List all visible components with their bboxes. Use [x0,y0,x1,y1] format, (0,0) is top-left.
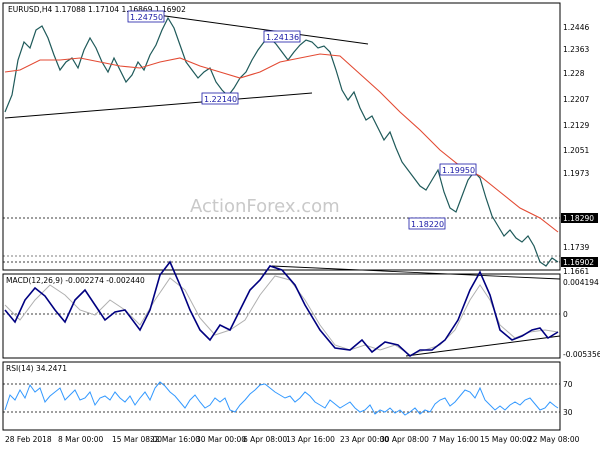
price-y-axis: 1.2446 1.2363 1.228 1.2207 1.2129 1.2051… [563,23,589,276]
price-ytick: 1.2207 [563,95,589,104]
price-ytick: 1.1973 [563,169,589,178]
price-ytick: 1.2051 [563,146,589,155]
watermark: ActionForex.com [190,196,340,217]
x-tick-label: 15 May 00:00 [480,435,532,444]
rsi-ytick: 70 [563,380,573,389]
x-tick-label: 6 Apr 08:00 [243,435,287,444]
price-ytick: 1.2363 [563,45,589,54]
callout-4: 1.19950 [439,163,477,176]
svg-text:1.18290: 1.18290 [563,214,594,223]
callout-5: 1.18220 [408,217,446,230]
price-ytick: 1.2129 [563,121,589,130]
svg-text:1.24750: 1.24750 [130,13,163,22]
svg-text:1.16902: 1.16902 [563,258,594,267]
macd-ytick: -0.005356 [563,350,600,359]
callout-2: 1.24136 [263,30,301,43]
svg-text:1.24136: 1.24136 [266,33,299,42]
x-axis: 28 Feb 2018 8 Mar 00:00 15 Mar 08:0022 Mar… [5,435,580,444]
level-marker-current: 1.16902 [561,257,598,267]
x-tick-label: 22 Mar 16:00 [150,435,200,444]
svg-text:1.22140: 1.22140 [204,95,237,104]
price-panel-frame [2,2,561,271]
x-tick-label: 13 Apr 16:00 [286,435,335,444]
macd-ytick: 0.004194 [563,278,599,287]
price-ytick: 1.2446 [563,23,589,32]
chart-svg: ActionForex.com EURUSD,H4 1.17088 1.1710… [2,2,600,444]
chart-window: ActionForex.com EURUSD,H4 1.17088 1.1710… [0,0,600,450]
price-ytick: 1.1739 [563,243,589,252]
x-tick-label: 28 Feb 2018 [5,435,52,444]
macd-ytick: 0 [563,310,568,319]
x-tick-label: 8 Mar 00:00 [58,435,104,444]
x-tick-label: 7 May 16:00 [432,435,479,444]
rsi-panel-title: RSI(14) 34.2471 [6,364,67,373]
macd-panel-title: MACD(12,26,9) -0.002274 -0.002440 [6,276,145,285]
x-tick-label: 30 Apr 08:00 [380,435,429,444]
callout-3: 1.22140 [201,92,239,105]
rsi-y-axis: 70 30 [563,380,573,417]
svg-text:1.19950: 1.19950 [442,166,475,175]
macd-y-axis: 0.004194 0 -0.005356 [563,278,600,359]
price-ytick: 1.1661 [563,267,589,276]
price-ytick: 1.228 [563,69,585,78]
svg-text:1.18220: 1.18220 [411,220,444,229]
callout-1: 1.24750 [127,10,165,23]
rsi-ytick: 30 [563,408,573,417]
x-tick-label: 22 May 08:00 [528,435,580,444]
level-marker-1829: 1.18290 [561,213,598,223]
macd-panel-frame [2,273,561,359]
x-tick-label: 30 Mar 00:00 [196,435,246,444]
